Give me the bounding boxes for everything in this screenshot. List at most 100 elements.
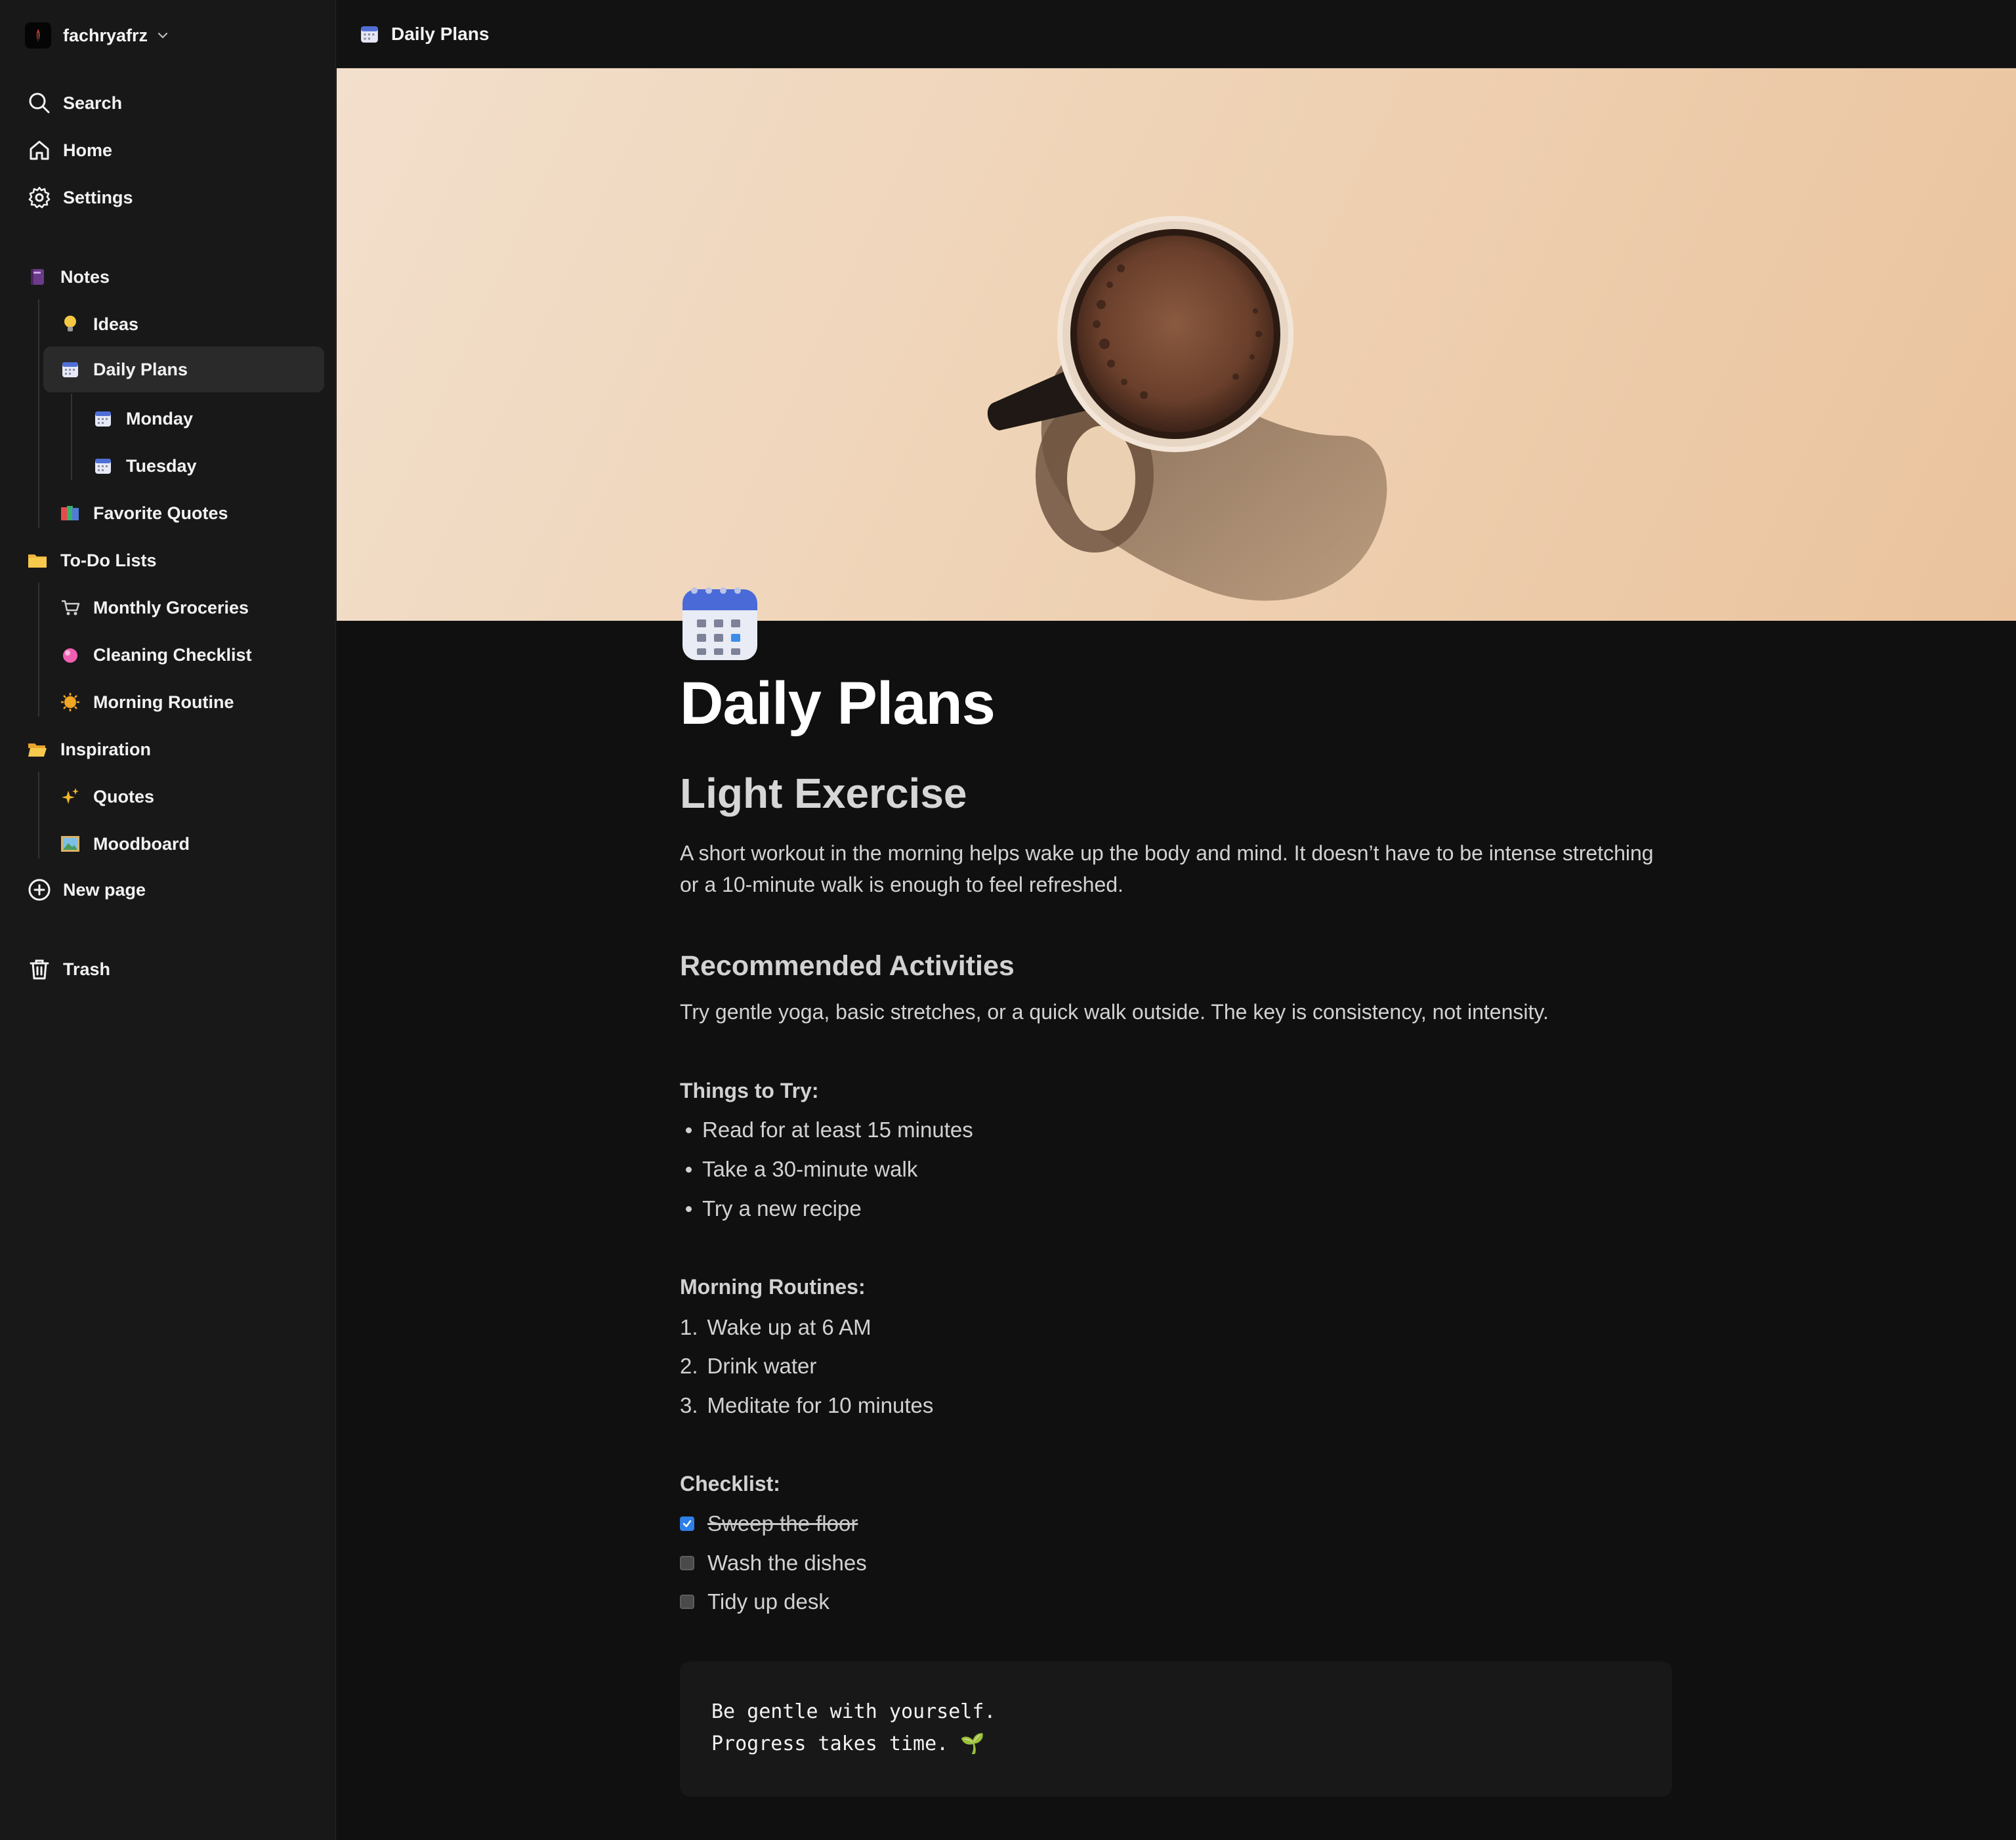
soap-bubbles-icon: [60, 645, 80, 665]
sidebar-item-cleaning-checklist[interactable]: Cleaning Checklist: [60, 632, 323, 678]
sidebar-item-inspiration[interactable]: Inspiration: [28, 726, 323, 772]
checklist-item[interactable]: Sweep the floor: [680, 1505, 858, 1542]
sidebar-item-label: Daily Plans: [93, 359, 188, 379]
new-page-button[interactable]: New page: [25, 871, 146, 908]
sidebar-item-morning-routine[interactable]: Morning Routine: [60, 679, 323, 725]
list-item[interactable]: 2. Drink water: [680, 1348, 816, 1385]
gear-icon: [25, 183, 54, 212]
sidebar-item-label: Ideas: [93, 314, 139, 334]
label-checklist[interactable]: Checklist:: [680, 1472, 780, 1496]
coffee-mug-illustration: [987, 216, 1387, 601]
label-things-to-try[interactable]: Things to Try:: [680, 1079, 819, 1103]
sidebar: fachryafrz Search Home Settings Notes Id…: [0, 0, 336, 1840]
nav-search-label: Search: [63, 93, 123, 113]
sidebar-item-daily-plans[interactable]: Daily Plans: [43, 346, 324, 392]
tree-guide-notes: [38, 299, 39, 528]
calendar-icon: [60, 360, 80, 379]
sidebar-item-favorite-quotes[interactable]: Favorite Quotes: [60, 490, 323, 536]
home-icon: [25, 136, 54, 165]
checklist-item-text: Sweep the floor: [707, 1511, 858, 1536]
cover-image: [337, 68, 2016, 621]
list-item-text: Read for at least 15 minutes: [702, 1118, 973, 1142]
bullet-icon: [686, 1205, 692, 1212]
list-item-text: Take a 30-minute walk: [702, 1157, 918, 1181]
list-number: 3.: [680, 1393, 698, 1417]
checklist-item[interactable]: Tidy up desk: [680, 1583, 830, 1620]
top-bar: Daily Plans: [336, 0, 2016, 68]
sidebar-item-monday[interactable]: Monday: [93, 396, 323, 442]
list-item[interactable]: Read for at least 15 minutes: [680, 1112, 973, 1148]
paragraph-activities[interactable]: Try gentle yoga, basic stretches, or a q…: [680, 996, 1677, 1028]
calendar-icon: [360, 24, 381, 45]
list-item[interactable]: 3. Meditate for 10 minutes: [680, 1387, 933, 1424]
tree-guide-inspiration: [38, 772, 39, 858]
sidebar-item-label: Inspiration: [60, 739, 152, 759]
bullet-icon: [686, 1127, 692, 1133]
list-item[interactable]: Try a new recipe: [680, 1190, 862, 1227]
checkbox-unchecked[interactable]: [680, 1595, 694, 1609]
sparkles-icon: [60, 787, 80, 806]
nav-trash[interactable]: Trash: [25, 951, 110, 988]
sidebar-item-label: Tuesday: [126, 455, 197, 476]
list-item[interactable]: 1. Wake up at 6 AM: [680, 1309, 872, 1346]
sidebar-item-todo-lists[interactable]: To-Do Lists: [28, 537, 323, 583]
sidebar-item-label: Quotes: [93, 786, 155, 806]
sidebar-item-moodboard[interactable]: Moodboard: [60, 821, 323, 867]
heading-recommended-activities[interactable]: Recommended Activities: [680, 950, 1015, 982]
sidebar-item-tuesday[interactable]: Tuesday: [93, 443, 323, 489]
nav-settings-label: Settings: [63, 187, 133, 207]
workspace-avatar: [25, 22, 51, 49]
trash-icon: [25, 955, 54, 984]
list-item-text: Wake up at 6 AM: [707, 1315, 872, 1339]
folder-icon: [28, 551, 47, 570]
list-number: 2.: [680, 1354, 698, 1378]
sidebar-item-label: Moodboard: [93, 833, 190, 854]
checkbox-checked[interactable]: [680, 1516, 694, 1531]
checklist-item-text: Tidy up desk: [707, 1589, 830, 1614]
sidebar-item-ideas[interactable]: Ideas: [60, 301, 323, 347]
checklist-item-text: Wash the dishes: [707, 1551, 867, 1575]
nav-home[interactable]: Home: [25, 132, 112, 169]
list-number: 1.: [680, 1315, 698, 1339]
sidebar-item-notes[interactable]: Notes: [28, 254, 323, 300]
shopping-cart-icon: [60, 598, 80, 617]
plus-circle-icon: [25, 875, 54, 904]
label-morning-routines[interactable]: Morning Routines:: [680, 1275, 866, 1299]
sidebar-item-label: Monthly Groceries: [93, 597, 249, 617]
nav-home-label: Home: [63, 140, 113, 160]
sidebar-item-label: Monday: [126, 408, 194, 429]
workspace-name: fachryafrz: [63, 25, 148, 45]
sidebar-item-label: Morning Routine: [93, 692, 234, 712]
nav-settings[interactable]: Settings: [25, 179, 133, 216]
paragraph-intro[interactable]: A short workout in the morning helps wak…: [680, 837, 1677, 900]
breadcrumb[interactable]: Daily Plans: [391, 24, 489, 45]
list-item[interactable]: Take a 30-minute walk: [680, 1151, 917, 1188]
sidebar-item-quotes[interactable]: Quotes: [60, 774, 323, 820]
sidebar-item-label: Notes: [60, 266, 110, 287]
code-block[interactable]: Be gentle with yourself. Progress takes t…: [680, 1662, 1672, 1797]
sun-icon: [60, 692, 80, 712]
checklist-item[interactable]: Wash the dishes: [680, 1545, 867, 1581]
chevron-down-icon[interactable]: [156, 28, 170, 43]
framed-picture-icon: [60, 834, 80, 854]
page-title[interactable]: Daily Plans: [680, 669, 996, 738]
sidebar-item-label: Favorite Quotes: [93, 503, 228, 523]
code-line: Be gentle with yourself.: [711, 1700, 996, 1723]
list-item-text: Meditate for 10 minutes: [707, 1393, 934, 1417]
open-folder-icon: [28, 740, 47, 759]
new-page-label: New page: [63, 879, 146, 900]
sidebar-item-label: To-Do Lists: [60, 550, 157, 570]
page-calendar-icon[interactable]: [680, 583, 760, 663]
tree-guide-todo: [38, 583, 39, 717]
sidebar-item-monthly-groceries[interactable]: Monthly Groceries: [60, 585, 323, 631]
code-line: Progress takes time. 🌱: [711, 1732, 985, 1755]
notebook-icon: [28, 267, 47, 287]
heading-light-exercise[interactable]: Light Exercise: [680, 769, 967, 818]
workspace-switcher[interactable]: fachryafrz: [25, 20, 170, 51]
nav-trash-label: Trash: [63, 959, 111, 979]
calendar-icon: [93, 409, 113, 429]
nav-search[interactable]: Search: [25, 85, 122, 121]
sidebar-item-label: Cleaning Checklist: [93, 644, 252, 665]
checkbox-unchecked[interactable]: [680, 1556, 694, 1570]
search-icon: [25, 89, 54, 117]
